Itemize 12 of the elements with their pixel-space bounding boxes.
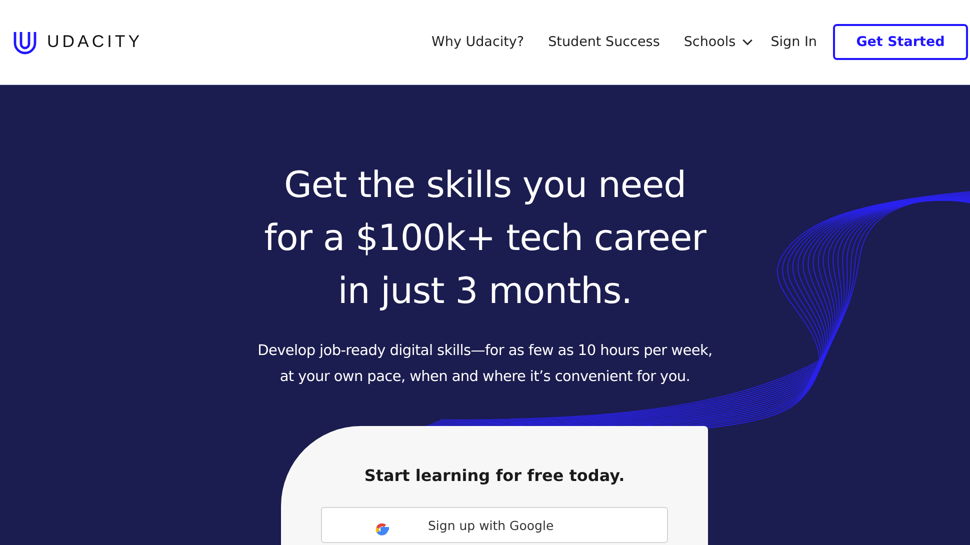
nav-dropdown[interactable]: Schools: [684, 34, 753, 50]
hero-subtitle: Develop job-ready digital skills—for as few as 10 hours per week, at your own pace, when and where it’s convenient for you.: [258, 342, 712, 387]
card-title: Start learning for free today.: [364, 466, 625, 485]
hero-headline: Get the skills you need for a $100k+ tech career in just 3 months.: [264, 164, 706, 314]
nav-link[interactable]: Student Success: [548, 34, 660, 50]
chevron-down-icon: [742, 38, 753, 46]
nav-link[interactable]: Sign In: [770, 34, 817, 50]
google-signup-button[interactable]: Sign up with Google: [321, 507, 668, 543]
get-started-button[interactable]: Get Started: [833, 24, 968, 60]
nav-link[interactable]: Why Udacity?: [432, 34, 524, 50]
logo-text: UDACITY: [47, 32, 143, 52]
logo-icon: [12, 29, 38, 55]
